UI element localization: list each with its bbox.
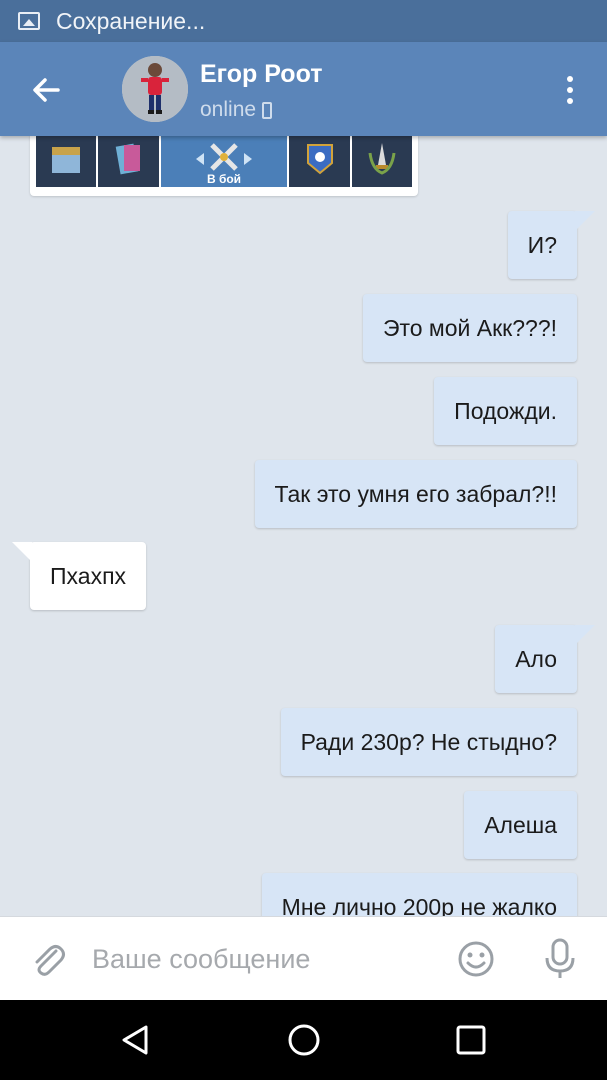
nav-back-icon[interactable] [118,1022,154,1058]
phone-icon [262,101,273,119]
online-status-text: online [200,98,257,121]
nav-home-icon[interactable] [286,1022,322,1058]
message-bubble[interactable]: Ало [495,625,595,693]
message-input[interactable] [92,935,432,983]
microphone-icon[interactable] [540,937,580,981]
message-bubble[interactable]: И? [507,211,596,279]
message-bubble[interactable]: Мне лично 200р не жалко [261,873,577,916]
message-bubble[interactable]: Подожди. [434,377,577,445]
game-tab-cards [98,136,159,187]
status-bar: Сохранение... [0,0,607,42]
chat-header: Егор Роот online [0,42,607,136]
image-icon [18,12,40,30]
message-bubble[interactable]: Пхахпх [11,542,147,610]
paperclip-icon[interactable] [28,939,68,979]
contact-status: online [200,98,273,122]
nav-recents-icon[interactable] [455,1024,487,1056]
message-bubble[interactable]: Ради 230р? Не стыдно? [280,708,577,776]
battle-label: В бой [206,172,242,186]
game-tab-shop [36,136,97,187]
message-list: В бой И? Это мой Акк???! Подожди. Так эт… [0,136,607,916]
game-tab-clan [289,136,350,187]
system-nav-bar [0,1000,607,1080]
message-bubble[interactable]: Так это умня его забрал?!! [254,460,577,528]
avatar[interactable] [122,56,188,122]
message-bubble[interactable]: Алеша [464,791,577,859]
game-tab-tournament [351,136,412,187]
message-bubble[interactable]: Это мой Акк???! [362,294,577,362]
more-vert-icon[interactable] [560,72,580,108]
game-tab-battle: В бой [160,136,288,187]
message-composer [0,916,607,1000]
status-text: Сохранение... [56,7,206,34]
back-arrow-icon[interactable] [28,72,64,108]
image-attachment[interactable]: В бой [30,136,418,196]
emoji-icon[interactable] [456,939,496,979]
contact-name[interactable]: Егор Роот [200,60,322,89]
